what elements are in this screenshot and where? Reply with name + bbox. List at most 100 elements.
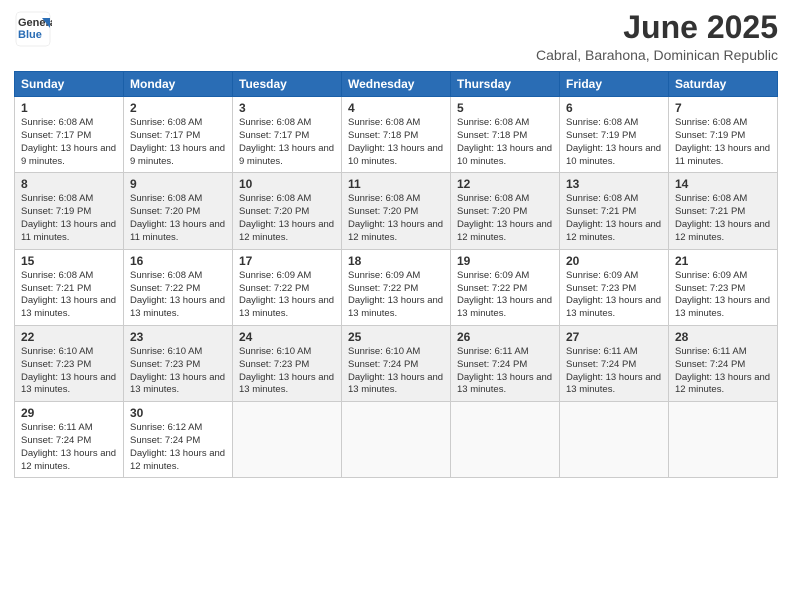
calendar-cell: 15 Sunrise: 6:08 AMSunset: 7:21 PMDayligh… bbox=[15, 249, 124, 325]
week-row-2: 8 Sunrise: 6:08 AMSunset: 7:19 PMDaylight… bbox=[15, 173, 778, 249]
calendar-cell: 12 Sunrise: 6:08 AMSunset: 7:20 PMDayligh… bbox=[451, 173, 560, 249]
day-info: Sunrise: 6:11 AMSunset: 7:24 PMDaylight:… bbox=[457, 346, 553, 397]
week-row-1: 1Sunrise: 6:08 AMSunset: 7:17 PMDaylight… bbox=[15, 97, 778, 173]
calendar-cell: 27Sunrise: 6:11 AMSunset: 7:24 PMDayligh… bbox=[560, 325, 669, 401]
day-number: 22 bbox=[21, 330, 117, 344]
calendar-cell bbox=[342, 402, 451, 478]
calendar-cell: 4Sunrise: 6:08 AMSunset: 7:18 PMDaylight… bbox=[342, 97, 451, 173]
calendar-cell: 2 Sunrise: 6:08 AMSunset: 7:17 PMDaylight… bbox=[124, 97, 233, 173]
calendar-cell: 1Sunrise: 6:08 AMSunset: 7:17 PMDaylight… bbox=[15, 97, 124, 173]
day-number: 26 bbox=[457, 330, 553, 344]
day-number: 8 bbox=[21, 177, 117, 191]
day-number: 11 bbox=[348, 177, 444, 191]
weekday-header-tuesday: Tuesday bbox=[233, 72, 342, 97]
calendar-cell: 3 Sunrise: 6:08 AMSunset: 7:17 PMDaylight… bbox=[233, 97, 342, 173]
day-number: 3 bbox=[239, 101, 335, 115]
day-info: Sunrise: 6:08 AMSunset: 7:17 PMDaylight:… bbox=[21, 117, 117, 168]
week-row-4: 22 Sunrise: 6:10 AMSunset: 7:23 PMDayligh… bbox=[15, 325, 778, 401]
day-number: 29 bbox=[21, 406, 117, 420]
calendar-cell: 24 Sunrise: 6:10 AMSunset: 7:23 PMDayligh… bbox=[233, 325, 342, 401]
calendar-cell bbox=[669, 402, 778, 478]
calendar-cell: 22 Sunrise: 6:10 AMSunset: 7:23 PMDayligh… bbox=[15, 325, 124, 401]
calendar-cell: 23 Sunrise: 6:10 AMSunset: 7:23 PMDayligh… bbox=[124, 325, 233, 401]
day-info: Sunrise: 6:09 AMSunset: 7:22 PMDaylight:… bbox=[348, 270, 444, 321]
day-info: Sunrise: 6:08 AMSunset: 7:20 PMDaylight:… bbox=[130, 193, 226, 244]
day-number: 6 bbox=[566, 101, 662, 115]
day-info: Sunrise: 6:08 AMSunset: 7:17 PMDaylight:… bbox=[239, 117, 335, 168]
day-info: Sunrise: 6:08 AMSunset: 7:20 PMDaylight:… bbox=[239, 193, 335, 244]
day-info: Sunrise: 6:08 AMSunset: 7:21 PMDaylight:… bbox=[21, 270, 117, 321]
logo-icon: General Blue bbox=[14, 10, 52, 48]
logo: General Blue bbox=[14, 10, 52, 48]
day-info: Sunrise: 6:08 AMSunset: 7:19 PMDaylight:… bbox=[566, 117, 662, 168]
day-number: 12 bbox=[457, 177, 553, 191]
calendar-table: SundayMondayTuesdayWednesdayThursdayFrid… bbox=[14, 71, 778, 478]
day-info: Sunrise: 6:10 AMSunset: 7:23 PMDaylight:… bbox=[130, 346, 226, 397]
day-number: 5 bbox=[457, 101, 553, 115]
day-number: 27 bbox=[566, 330, 662, 344]
day-number: 4 bbox=[348, 101, 444, 115]
day-info: Sunrise: 6:08 AMSunset: 7:21 PMDaylight:… bbox=[566, 193, 662, 244]
header: General Blue June 2025 Cabral, Barahona,… bbox=[14, 10, 778, 63]
day-info: Sunrise: 6:10 AMSunset: 7:23 PMDaylight:… bbox=[21, 346, 117, 397]
day-info: Sunrise: 6:10 AMSunset: 7:23 PMDaylight:… bbox=[239, 346, 335, 397]
calendar-cell: 8 Sunrise: 6:08 AMSunset: 7:19 PMDaylight… bbox=[15, 173, 124, 249]
day-info: Sunrise: 6:10 AMSunset: 7:24 PMDaylight:… bbox=[348, 346, 444, 397]
calendar-cell: 7Sunrise: 6:08 AMSunset: 7:19 PMDaylight… bbox=[669, 97, 778, 173]
day-number: 7 bbox=[675, 101, 771, 115]
subtitle: Cabral, Barahona, Dominican Republic bbox=[536, 47, 778, 63]
calendar-cell: 20 Sunrise: 6:09 AMSunset: 7:23 PMDayligh… bbox=[560, 249, 669, 325]
day-info: Sunrise: 6:08 AMSunset: 7:17 PMDaylight:… bbox=[130, 117, 226, 168]
day-number: 24 bbox=[239, 330, 335, 344]
calendar-cell: 28Sunrise: 6:11 AMSunset: 7:24 PMDayligh… bbox=[669, 325, 778, 401]
day-number: 10 bbox=[239, 177, 335, 191]
day-info: Sunrise: 6:08 AMSunset: 7:20 PMDaylight:… bbox=[457, 193, 553, 244]
calendar-cell bbox=[451, 402, 560, 478]
weekday-header-row: SundayMondayTuesdayWednesdayThursdayFrid… bbox=[15, 72, 778, 97]
day-info: Sunrise: 6:08 AMSunset: 7:21 PMDaylight:… bbox=[675, 193, 771, 244]
calendar-cell: 19Sunrise: 6:09 AMSunset: 7:22 PMDayligh… bbox=[451, 249, 560, 325]
day-info: Sunrise: 6:09 AMSunset: 7:23 PMDaylight:… bbox=[566, 270, 662, 321]
day-number: 15 bbox=[21, 254, 117, 268]
day-number: 25 bbox=[348, 330, 444, 344]
day-info: Sunrise: 6:11 AMSunset: 7:24 PMDaylight:… bbox=[675, 346, 771, 397]
calendar-cell: 21 Sunrise: 6:09 AMSunset: 7:23 PMDayligh… bbox=[669, 249, 778, 325]
weekday-header-saturday: Saturday bbox=[669, 72, 778, 97]
page: General Blue June 2025 Cabral, Barahona,… bbox=[0, 0, 792, 612]
calendar-cell: 10 Sunrise: 6:08 AMSunset: 7:20 PMDayligh… bbox=[233, 173, 342, 249]
day-info: Sunrise: 6:08 AMSunset: 7:18 PMDaylight:… bbox=[457, 117, 553, 168]
calendar-cell bbox=[560, 402, 669, 478]
day-number: 18 bbox=[348, 254, 444, 268]
day-number: 21 bbox=[675, 254, 771, 268]
day-number: 16 bbox=[130, 254, 226, 268]
day-number: 17 bbox=[239, 254, 335, 268]
calendar-cell: 13Sunrise: 6:08 AMSunset: 7:21 PMDayligh… bbox=[560, 173, 669, 249]
day-info: Sunrise: 6:09 AMSunset: 7:23 PMDaylight:… bbox=[675, 270, 771, 321]
calendar-cell: 14 Sunrise: 6:08 AMSunset: 7:21 PMDayligh… bbox=[669, 173, 778, 249]
calendar-cell: 26 Sunrise: 6:11 AMSunset: 7:24 PMDayligh… bbox=[451, 325, 560, 401]
weekday-header-sunday: Sunday bbox=[15, 72, 124, 97]
weekday-header-thursday: Thursday bbox=[451, 72, 560, 97]
day-info: Sunrise: 6:08 AMSunset: 7:19 PMDaylight:… bbox=[21, 193, 117, 244]
day-info: Sunrise: 6:09 AMSunset: 7:22 PMDaylight:… bbox=[239, 270, 335, 321]
day-number: 20 bbox=[566, 254, 662, 268]
day-info: Sunrise: 6:08 AMSunset: 7:20 PMDaylight:… bbox=[348, 193, 444, 244]
weekday-header-friday: Friday bbox=[560, 72, 669, 97]
svg-text:Blue: Blue bbox=[18, 29, 42, 41]
calendar-cell: 16 Sunrise: 6:08 AMSunset: 7:22 PMDayligh… bbox=[124, 249, 233, 325]
week-row-5: 29Sunrise: 6:11 AMSunset: 7:24 PMDayligh… bbox=[15, 402, 778, 478]
weekday-header-wednesday: Wednesday bbox=[342, 72, 451, 97]
day-info: Sunrise: 6:08 AMSunset: 7:22 PMDaylight:… bbox=[130, 270, 226, 321]
day-info: Sunrise: 6:12 AMSunset: 7:24 PMDaylight:… bbox=[130, 422, 226, 473]
main-title: June 2025 bbox=[536, 10, 778, 45]
day-number: 9 bbox=[130, 177, 226, 191]
calendar-cell bbox=[233, 402, 342, 478]
day-number: 2 bbox=[130, 101, 226, 115]
calendar-cell: 6 Sunrise: 6:08 AMSunset: 7:19 PMDaylight… bbox=[560, 97, 669, 173]
calendar-cell: 29Sunrise: 6:11 AMSunset: 7:24 PMDayligh… bbox=[15, 402, 124, 478]
day-number: 14 bbox=[675, 177, 771, 191]
title-group: June 2025 Cabral, Barahona, Dominican Re… bbox=[536, 10, 778, 63]
calendar-cell: 30 Sunrise: 6:12 AMSunset: 7:24 PMDayligh… bbox=[124, 402, 233, 478]
day-number: 23 bbox=[130, 330, 226, 344]
day-number: 30 bbox=[130, 406, 226, 420]
